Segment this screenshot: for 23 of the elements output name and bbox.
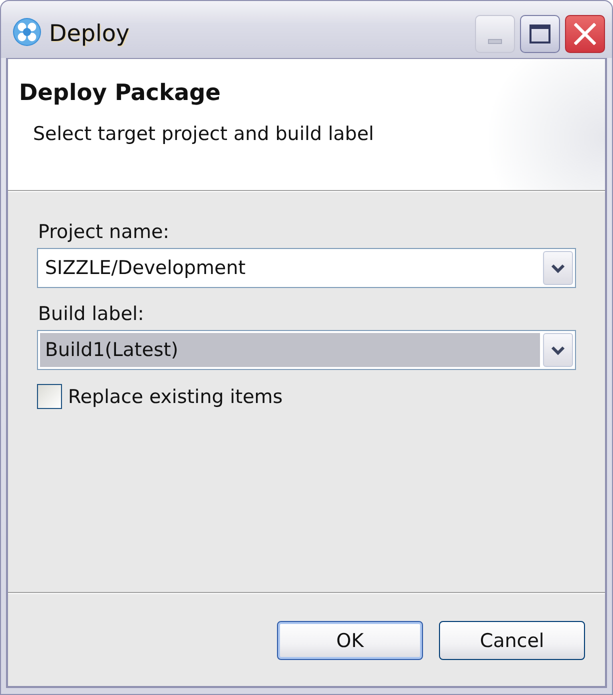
field-label: Project name: <box>38 221 170 243</box>
lifebuoy-icon <box>12 17 42 47</box>
close-button[interactable] <box>565 14 605 52</box>
maximize-button[interactable] <box>520 14 560 52</box>
dialog-button[interactable]: Cancel <box>439 621 585 660</box>
dropdown-value[interactable]: Build1(Latest) <box>40 333 540 367</box>
dropdown-field[interactable]: SIZZLE/Development <box>37 248 576 288</box>
default-dialog-button[interactable]: OK <box>277 621 423 660</box>
checkbox-label[interactable]: Replace existing items <box>68 386 283 408</box>
dropdown-value[interactable]: SIZZLE/Development <box>40 251 540 285</box>
window-title: Deploy <box>49 20 130 48</box>
close-icon <box>574 22 596 44</box>
chevron-down-icon <box>551 346 565 354</box>
field-label: Build label: <box>38 303 144 325</box>
chevron-down-icon <box>551 264 565 272</box>
maximize-icon <box>529 24 551 44</box>
dropdown-button[interactable] <box>543 251 573 285</box>
minimize-icon <box>488 38 502 44</box>
dropdown-field[interactable]: Build1(Latest) <box>37 330 576 370</box>
page-description: Select target project and build label <box>33 123 374 145</box>
dropdown-button[interactable] <box>543 333 573 367</box>
page-title: Deploy Package <box>19 80 221 106</box>
checkbox[interactable] <box>37 384 62 409</box>
